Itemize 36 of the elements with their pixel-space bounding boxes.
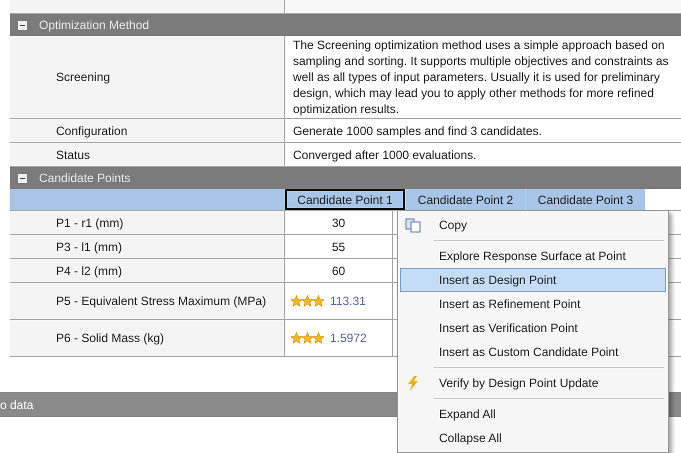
star-icon	[302, 295, 313, 307]
value-text: 1.5972	[330, 330, 367, 347]
column-header[interactable]: Candidate Point 1	[285, 189, 405, 210]
star-icon	[313, 332, 324, 344]
row-label: Configuration	[10, 119, 285, 142]
menu-item[interactable]: Expand All	[400, 402, 666, 426]
value-text: 30	[332, 214, 346, 232]
menu-item[interactable]: Collapse All	[400, 426, 666, 450]
collapse-toggle-icon[interactable]	[18, 20, 27, 30]
menu-item[interactable]: Insert as Design Point	[400, 268, 666, 292]
collapse-toggle-icon[interactable]	[18, 174, 27, 182]
value-text: 113.31	[330, 293, 366, 310]
value-text: 55	[332, 238, 346, 256]
star-icon	[291, 295, 302, 307]
row-label: P1 - r1 (mm)	[10, 211, 285, 234]
menu-item[interactable]: Insert as Verification Point	[400, 316, 666, 340]
status-text: o data	[0, 396, 34, 414]
menu-item[interactable]: Insert as Refinement Point	[400, 292, 666, 316]
row-label: P3 - l1 (mm)	[10, 235, 285, 258]
star-icon	[313, 295, 324, 307]
row-label: P5 - Equivalent Stress Maximum (MPa)	[10, 283, 285, 319]
menu-item[interactable]: Verify by Design Point Update	[400, 371, 666, 395]
star-icon	[291, 332, 302, 344]
menu-item[interactable]: Insert as Custom Candidate Point	[400, 340, 666, 364]
star-icon	[302, 332, 313, 344]
row-label: P6 - Solid Mass (kg)	[10, 320, 285, 356]
row-label: Status	[10, 143, 285, 166]
lightning-icon	[407, 376, 419, 391]
column-header[interactable]: Candidate Point 2	[405, 189, 525, 210]
row-label: P4 - l2 (mm)	[10, 259, 285, 282]
value-text: 60	[332, 262, 346, 280]
menu-item[interactable]: Copy	[400, 213, 666, 237]
column-header[interactable]: Candidate Point 3	[525, 189, 645, 210]
row-label: Screening	[10, 36, 285, 118]
menu-item[interactable]: Explore Response Surface at Point	[400, 244, 666, 268]
copy-icon	[405, 218, 421, 233]
